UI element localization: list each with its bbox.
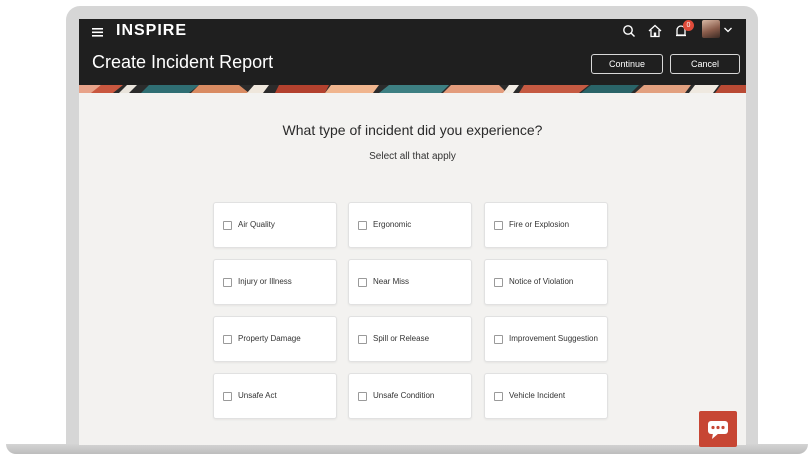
option-label: Injury or Illness xyxy=(238,277,292,286)
option-fire-or-explosion[interactable]: Fire or Explosion xyxy=(484,202,608,248)
chevron-down-icon[interactable] xyxy=(722,24,734,36)
option-label: Spill or Release xyxy=(373,334,430,343)
hamburger-icon[interactable] xyxy=(90,24,106,40)
option-label: Notice of Violation xyxy=(509,277,574,286)
home-icon[interactable] xyxy=(646,22,664,40)
option-near-miss[interactable]: Near Miss xyxy=(348,259,472,305)
form-instruction: Select all that apply xyxy=(369,151,456,162)
checkbox[interactable] xyxy=(223,392,232,401)
option-unsafe-act[interactable]: Unsafe Act xyxy=(213,373,337,419)
checkbox[interactable] xyxy=(223,335,232,344)
checkbox[interactable] xyxy=(358,392,367,401)
chat-bubble-icon xyxy=(708,421,728,439)
checkbox[interactable] xyxy=(358,335,367,344)
option-label: Unsafe Condition xyxy=(373,391,435,400)
checkbox[interactable] xyxy=(494,392,503,401)
main-content: What type of incident did you experience… xyxy=(79,93,746,445)
checkbox[interactable] xyxy=(358,221,367,230)
user-avatar[interactable] xyxy=(702,20,720,38)
option-injury-or-illness[interactable]: Injury or Illness xyxy=(213,259,337,305)
option-vehicle-incident[interactable]: Vehicle Incident xyxy=(484,373,608,419)
option-improvement-suggestion[interactable]: Improvement Suggestion xyxy=(484,316,608,362)
app-screen: INSPIRE 0 Create Incident Report Continu… xyxy=(79,19,746,445)
option-unsafe-condition[interactable]: Unsafe Condition xyxy=(348,373,472,419)
continue-button[interactable]: Continue xyxy=(591,54,663,74)
notification-badge: 0 xyxy=(683,20,694,31)
option-label: Fire or Explosion xyxy=(509,220,570,229)
checkbox[interactable] xyxy=(494,278,503,287)
option-label: Air Quality xyxy=(238,220,275,229)
cancel-button[interactable]: Cancel xyxy=(670,54,740,74)
option-label: Improvement Suggestion xyxy=(509,334,598,343)
option-label: Property Damage xyxy=(238,334,301,343)
option-label: Near Miss xyxy=(373,277,410,286)
checkbox[interactable] xyxy=(358,278,367,287)
option-label: Unsafe Act xyxy=(238,391,277,400)
checkbox[interactable] xyxy=(223,278,232,287)
checkbox[interactable] xyxy=(223,221,232,230)
option-label: Ergonomic xyxy=(373,220,412,229)
search-icon[interactable] xyxy=(620,22,638,40)
page-title: Create Incident Report xyxy=(92,52,274,72)
option-label: Vehicle Incident xyxy=(509,391,566,400)
chat-button[interactable] xyxy=(699,411,737,447)
brand-logo: INSPIRE xyxy=(116,22,188,39)
form-question: What type of incident did you experience… xyxy=(282,122,543,138)
option-property-damage[interactable]: Property Damage xyxy=(213,316,337,362)
option-ergonomic[interactable]: Ergonomic xyxy=(348,202,472,248)
decorative-banner xyxy=(79,85,746,93)
checkbox[interactable] xyxy=(494,335,503,344)
option-air-quality[interactable]: Air Quality xyxy=(213,202,337,248)
checkbox[interactable] xyxy=(494,221,503,230)
option-spill-or-release[interactable]: Spill or Release xyxy=(348,316,472,362)
option-notice-of-violation[interactable]: Notice of Violation xyxy=(484,259,608,305)
top-bar: INSPIRE 0 Create Incident Report Continu… xyxy=(79,19,746,104)
device-base xyxy=(6,444,808,454)
